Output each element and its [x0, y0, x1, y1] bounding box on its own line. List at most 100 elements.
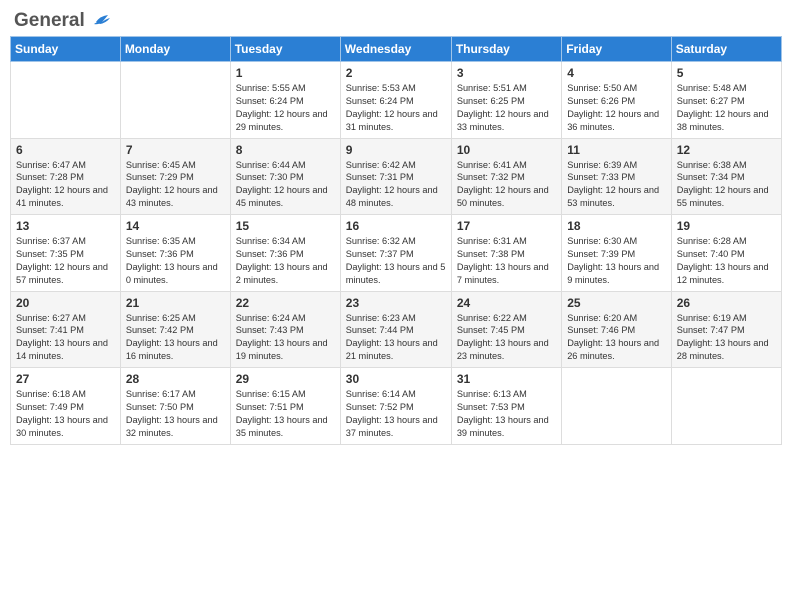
- day-number: 3: [457, 66, 556, 80]
- calendar-cell: 15 Sunrise: 6:34 AM Sunset: 7:36 PM Dayli…: [230, 215, 340, 292]
- day-info: Sunrise: 6:34 AM Sunset: 7:36 PM Dayligh…: [236, 235, 335, 287]
- day-info: Sunrise: 6:15 AM Sunset: 7:51 PM Dayligh…: [236, 388, 335, 440]
- weekday-header-sunday: Sunday: [11, 37, 121, 62]
- day-info: Sunrise: 6:41 AM Sunset: 7:32 PM Dayligh…: [457, 159, 556, 211]
- day-number: 4: [567, 66, 666, 80]
- calendar-cell: 28Sunrise: 6:17 AM Sunset: 7:50 PM Dayli…: [120, 368, 230, 445]
- calendar-cell: 22 Sunrise: 6:24 AM Sunset: 7:43 PM Dayli…: [230, 291, 340, 368]
- day-number: 7: [126, 143, 225, 157]
- day-info: Sunrise: 6:35 AM Sunset: 7:36 PM Dayligh…: [126, 235, 225, 287]
- calendar-cell: 16 Sunrise: 6:32 AM Sunset: 7:37 PM Dayli…: [340, 215, 451, 292]
- day-number: 30: [346, 372, 446, 386]
- day-info: Sunrise: 6:28 AM Sunset: 7:40 PM Dayligh…: [677, 235, 776, 287]
- day-number: 12: [677, 143, 776, 157]
- calendar-cell: 24Sunrise: 6:22 AM Sunset: 7:45 PM Dayli…: [451, 291, 561, 368]
- day-info: Sunrise: 6:30 AM Sunset: 7:39 PM Dayligh…: [567, 235, 666, 287]
- day-info: Sunrise: 5:51 AM Sunset: 6:25 PM Dayligh…: [457, 82, 556, 134]
- day-number: 10: [457, 143, 556, 157]
- day-number: 27: [16, 372, 115, 386]
- logo-bird-icon: [88, 14, 110, 30]
- day-info: Sunrise: 6:27 AM Sunset: 7:41 PM Dayligh…: [16, 312, 115, 364]
- calendar-cell: 3 Sunrise: 5:51 AM Sunset: 6:25 PM Daylig…: [451, 62, 561, 139]
- calendar-cell: 21 Sunrise: 6:25 AM Sunset: 7:42 PM Dayli…: [120, 291, 230, 368]
- calendar-cell: 9 Sunrise: 6:42 AM Sunset: 7:31 PM Daylig…: [340, 138, 451, 215]
- calendar-cell: 12Sunrise: 6:38 AM Sunset: 7:34 PM Dayli…: [671, 138, 781, 215]
- day-info: Sunrise: 6:39 AM Sunset: 7:33 PM Dayligh…: [567, 159, 666, 211]
- day-info: Sunrise: 6:37 AM Sunset: 7:35 PM Dayligh…: [16, 235, 115, 287]
- day-info: Sunrise: 6:17 AM Sunset: 7:50 PM Dayligh…: [126, 388, 225, 440]
- day-number: 9: [346, 143, 446, 157]
- day-number: 6: [16, 143, 115, 157]
- day-number: 16: [346, 219, 446, 233]
- day-number: 15: [236, 219, 335, 233]
- day-info: Sunrise: 6:13 AM Sunset: 7:53 PM Dayligh…: [457, 388, 556, 440]
- calendar-cell: 8Sunrise: 6:44 AM Sunset: 7:30 PM Daylig…: [230, 138, 340, 215]
- calendar-cell: 1 Sunrise: 5:55 AM Sunset: 6:24 PM Daylig…: [230, 62, 340, 139]
- weekday-header-tuesday: Tuesday: [230, 37, 340, 62]
- calendar-week-row: 1 Sunrise: 5:55 AM Sunset: 6:24 PM Daylig…: [11, 62, 782, 139]
- day-number: 2: [346, 66, 446, 80]
- day-number: 29: [236, 372, 335, 386]
- day-number: 25: [567, 296, 666, 310]
- calendar-cell: 4 Sunrise: 5:50 AM Sunset: 6:26 PM Daylig…: [562, 62, 672, 139]
- day-info: Sunrise: 6:19 AM Sunset: 7:47 PM Dayligh…: [677, 312, 776, 364]
- day-info: Sunrise: 6:14 AM Sunset: 7:52 PM Dayligh…: [346, 388, 446, 440]
- weekday-header-monday: Monday: [120, 37, 230, 62]
- weekday-header-wednesday: Wednesday: [340, 37, 451, 62]
- calendar-cell: [120, 62, 230, 139]
- day-info: Sunrise: 5:53 AM Sunset: 6:24 PM Dayligh…: [346, 82, 446, 134]
- calendar-cell: 26 Sunrise: 6:19 AM Sunset: 7:47 PM Dayli…: [671, 291, 781, 368]
- day-number: 1: [236, 66, 335, 80]
- calendar-cell: 20 Sunrise: 6:27 AM Sunset: 7:41 PM Dayli…: [11, 291, 121, 368]
- day-number: 18: [567, 219, 666, 233]
- day-info: Sunrise: 6:45 AM Sunset: 7:29 PM Dayligh…: [126, 159, 225, 211]
- day-number: 24: [457, 296, 556, 310]
- day-number: 26: [677, 296, 776, 310]
- weekday-header-friday: Friday: [562, 37, 672, 62]
- day-number: 5: [677, 66, 776, 80]
- day-number: 20: [16, 296, 115, 310]
- day-info: Sunrise: 6:24 AM Sunset: 7:43 PM Dayligh…: [236, 312, 335, 364]
- calendar-week-row: 20 Sunrise: 6:27 AM Sunset: 7:41 PM Dayli…: [11, 291, 782, 368]
- logo-general-text: General: [14, 10, 85, 32]
- calendar-cell: 25Sunrise: 6:20 AM Sunset: 7:46 PM Dayli…: [562, 291, 672, 368]
- calendar-cell: [671, 368, 781, 445]
- day-number: 31: [457, 372, 556, 386]
- day-number: 17: [457, 219, 556, 233]
- day-info: Sunrise: 5:48 AM Sunset: 6:27 PM Dayligh…: [677, 82, 776, 134]
- calendar-week-row: 13 Sunrise: 6:37 AM Sunset: 7:35 PM Dayli…: [11, 215, 782, 292]
- day-number: 11: [567, 143, 666, 157]
- calendar-cell: 11 Sunrise: 6:39 AM Sunset: 7:33 PM Dayli…: [562, 138, 672, 215]
- calendar-cell: 5 Sunrise: 5:48 AM Sunset: 6:27 PM Daylig…: [671, 62, 781, 139]
- calendar-cell: 6Sunrise: 6:47 AM Sunset: 7:28 PM Daylig…: [11, 138, 121, 215]
- calendar-cell: 14 Sunrise: 6:35 AM Sunset: 7:36 PM Dayli…: [120, 215, 230, 292]
- day-number: 14: [126, 219, 225, 233]
- day-info: Sunrise: 6:25 AM Sunset: 7:42 PM Dayligh…: [126, 312, 225, 364]
- day-info: Sunrise: 6:44 AM Sunset: 7:30 PM Dayligh…: [236, 159, 335, 211]
- calendar-cell: 10 Sunrise: 6:41 AM Sunset: 7:32 PM Dayli…: [451, 138, 561, 215]
- calendar-cell: 29 Sunrise: 6:15 AM Sunset: 7:51 PM Dayli…: [230, 368, 340, 445]
- day-info: Sunrise: 6:42 AM Sunset: 7:31 PM Dayligh…: [346, 159, 446, 211]
- calendar-table: SundayMondayTuesdayWednesdayThursdayFrid…: [10, 36, 782, 445]
- calendar-cell: 31 Sunrise: 6:13 AM Sunset: 7:53 PM Dayli…: [451, 368, 561, 445]
- day-info: Sunrise: 5:55 AM Sunset: 6:24 PM Dayligh…: [236, 82, 335, 134]
- day-number: 21: [126, 296, 225, 310]
- day-info: Sunrise: 5:50 AM Sunset: 6:26 PM Dayligh…: [567, 82, 666, 134]
- calendar-cell: 13 Sunrise: 6:37 AM Sunset: 7:35 PM Dayli…: [11, 215, 121, 292]
- calendar-cell: 23Sunrise: 6:23 AM Sunset: 7:44 PM Dayli…: [340, 291, 451, 368]
- day-number: 19: [677, 219, 776, 233]
- day-number: 13: [16, 219, 115, 233]
- calendar-cell: 19 Sunrise: 6:28 AM Sunset: 7:40 PM Dayli…: [671, 215, 781, 292]
- calendar-week-row: 6Sunrise: 6:47 AM Sunset: 7:28 PM Daylig…: [11, 138, 782, 215]
- day-number: 22: [236, 296, 335, 310]
- calendar-week-row: 27 Sunrise: 6:18 AM Sunset: 7:49 PM Dayli…: [11, 368, 782, 445]
- calendar-cell: 7 Sunrise: 6:45 AM Sunset: 7:29 PM Daylig…: [120, 138, 230, 215]
- page-header: General: [10, 10, 782, 28]
- calendar-cell: 2 Sunrise: 5:53 AM Sunset: 6:24 PM Daylig…: [340, 62, 451, 139]
- calendar-cell: [562, 368, 672, 445]
- day-info: Sunrise: 6:18 AM Sunset: 7:49 PM Dayligh…: [16, 388, 115, 440]
- calendar-cell: 30 Sunrise: 6:14 AM Sunset: 7:52 PM Dayli…: [340, 368, 451, 445]
- day-info: Sunrise: 6:32 AM Sunset: 7:37 PM Dayligh…: [346, 235, 446, 287]
- calendar-cell: 17Sunrise: 6:31 AM Sunset: 7:38 PM Dayli…: [451, 215, 561, 292]
- weekday-header-thursday: Thursday: [451, 37, 561, 62]
